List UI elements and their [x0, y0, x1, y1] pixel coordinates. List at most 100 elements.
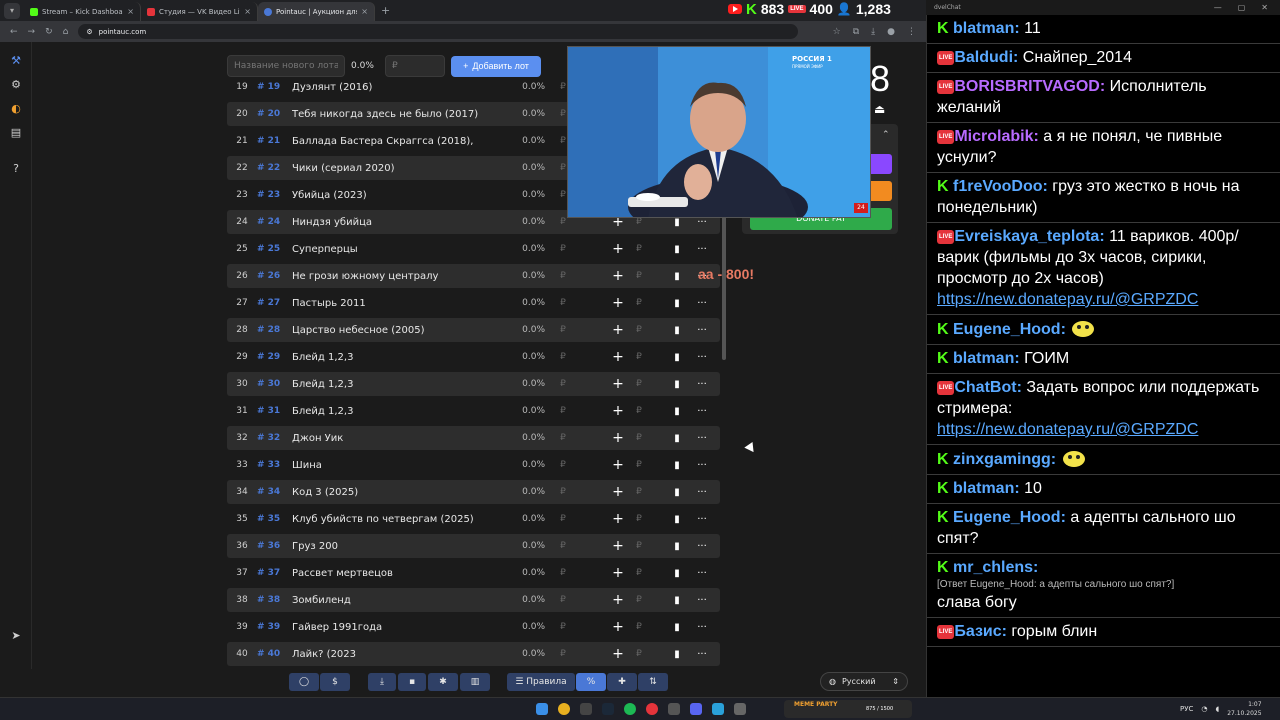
add-amount-icon[interactable]: +: [607, 592, 629, 608]
lot-amount-currency[interactable]: ₽: [553, 460, 573, 470]
more-options-icon[interactable]: ···: [691, 541, 713, 552]
add-amount-icon[interactable]: +: [607, 511, 629, 527]
add-amount-icon[interactable]: +: [607, 430, 629, 446]
more-options-icon[interactable]: ···: [691, 325, 713, 336]
lot-amount-currency[interactable]: ₽: [553, 325, 573, 335]
settings-gear-icon[interactable]: ⚙: [9, 78, 23, 92]
add-amount-icon[interactable]: +: [607, 268, 629, 284]
lot-name[interactable]: Груз 200: [292, 541, 510, 552]
add-amount-icon[interactable]: +: [607, 619, 629, 635]
more-options-icon[interactable]: ···: [691, 298, 713, 309]
add-lot-button[interactable]: + Добавить лот: [451, 55, 541, 77]
lot-extra-amount[interactable]: ₽: [629, 217, 649, 227]
minimize-icon[interactable]: —: [1214, 3, 1222, 12]
telegram-app-icon[interactable]: [712, 703, 724, 715]
delete-lot-icon[interactable]: ▮: [669, 460, 685, 471]
lot-name[interactable]: Джон Уик: [292, 433, 510, 444]
chat-username[interactable]: Evreiskaya_teplota: [954, 228, 1099, 245]
delete-lot-icon[interactable]: ▮: [669, 595, 685, 606]
lot-extra-amount[interactable]: ₽: [629, 487, 649, 497]
add-amount-icon[interactable]: +: [607, 241, 629, 257]
sort-icon[interactable]: ⇅: [638, 673, 668, 691]
chat-username[interactable]: f1reVooDoo: [953, 178, 1042, 195]
chrome-icon[interactable]: [558, 703, 570, 715]
new-lot-name-input[interactable]: [227, 55, 345, 77]
add-amount-icon[interactable]: +: [607, 376, 629, 392]
delete-lot-icon[interactable]: ▮: [669, 325, 685, 336]
new-lot-amount-input[interactable]: [385, 55, 445, 77]
add-amount-icon[interactable]: +: [607, 538, 629, 554]
delete-lot-icon[interactable]: ▮: [669, 244, 685, 255]
rules-button[interactable]: ☰ Правила: [507, 673, 575, 691]
delete-lot-icon[interactable]: ▮: [669, 568, 685, 579]
lot-name[interactable]: Тебя никогда здесь не было (2017): [292, 109, 510, 120]
close-icon[interactable]: ×: [361, 7, 368, 16]
more-options-icon[interactable]: ···: [691, 487, 713, 498]
lot-amount-currency[interactable]: ₽: [553, 352, 573, 362]
lot-extra-amount[interactable]: ₽: [629, 514, 649, 524]
site-info-icon[interactable]: ⚙: [86, 28, 92, 36]
percent-button[interactable]: %: [576, 673, 606, 691]
delete-lot-icon[interactable]: ▮: [669, 433, 685, 444]
twitch-points-button[interactable]: [868, 154, 892, 174]
chat-username[interactable]: Eugene_Hood: [953, 509, 1061, 526]
more-options-icon[interactable]: ···: [691, 379, 713, 390]
telegram-icon[interactable]: ➤: [9, 629, 23, 643]
clock[interactable]: 1:07 27.10.2025: [1227, 700, 1261, 718]
lot-name[interactable]: Не грози южному централу: [292, 271, 510, 282]
delete-lot-icon[interactable]: ▮: [669, 298, 685, 309]
lot-extra-amount[interactable]: ₽: [629, 325, 649, 335]
lot-amount-currency[interactable]: ₽: [553, 487, 573, 497]
more-options-icon[interactable]: ···: [691, 244, 713, 255]
chat-username[interactable]: blatman: [953, 350, 1014, 367]
home-icon[interactable]: ⌂: [63, 27, 69, 37]
more-options-icon[interactable]: ···: [691, 622, 713, 633]
tab-kick-dashboard[interactable]: Stream – Kick Dashboard ×: [24, 2, 141, 21]
more-options-icon[interactable]: ···: [691, 433, 713, 444]
lot-name[interactable]: Царство небесное (2005): [292, 325, 510, 336]
lot-amount-currency[interactable]: ₽: [553, 649, 573, 659]
app-icon[interactable]: [668, 703, 680, 715]
more-options-icon[interactable]: ···: [691, 352, 713, 363]
steam-icon[interactable]: [602, 703, 614, 715]
more-options-icon[interactable]: ···: [691, 649, 713, 660]
lot-name[interactable]: Суперперцы: [292, 244, 510, 255]
forward-icon[interactable]: →: [28, 27, 36, 37]
auction-hammer-icon[interactable]: ⚒: [9, 54, 23, 68]
donation-alerts-button[interactable]: [868, 181, 892, 201]
add-amount-icon[interactable]: +: [607, 322, 629, 338]
lot-amount-currency[interactable]: ₽: [553, 514, 573, 524]
add-amount-icon[interactable]: +: [607, 349, 629, 365]
chat-username[interactable]: Eugene_Hood: [953, 321, 1061, 338]
profile-icon[interactable]: ●: [887, 27, 895, 37]
language-select[interactable]: ◍ Русский ⇕: [820, 672, 908, 691]
lot-amount-currency[interactable]: ₽: [553, 271, 573, 281]
lot-extra-amount[interactable]: ₽: [629, 244, 649, 254]
delete-lot-icon[interactable]: ▮: [669, 352, 685, 363]
bug-icon[interactable]: ✱: [428, 673, 458, 691]
add-amount-icon[interactable]: +: [607, 565, 629, 581]
lot-name[interactable]: Код 3 (2025): [292, 487, 510, 498]
explorer-icon[interactable]: [580, 703, 592, 715]
lot-name[interactable]: Блейд 1,2,3: [292, 379, 510, 390]
github-icon[interactable]: ◯: [289, 673, 319, 691]
lot-amount-currency[interactable]: ₽: [553, 406, 573, 416]
add-amount-icon[interactable]: +: [607, 403, 629, 419]
balance-icon[interactable]: ✚: [607, 673, 637, 691]
more-options-icon[interactable]: ···: [691, 514, 713, 525]
add-amount-icon[interactable]: +: [607, 457, 629, 473]
help-icon[interactable]: ?: [9, 162, 23, 176]
lot-name[interactable]: Дуэлянт (2016): [292, 82, 510, 93]
lot-extra-amount[interactable]: ₽: [629, 541, 649, 551]
close-icon[interactable]: ×: [244, 7, 251, 16]
lot-amount-currency[interactable]: ₽: [553, 595, 573, 605]
wheel-icon[interactable]: ◐: [9, 102, 23, 116]
lot-extra-amount[interactable]: ₽: [629, 622, 649, 632]
delete-lot-icon[interactable]: ▮: [669, 514, 685, 525]
lot-extra-amount[interactable]: ₽: [629, 379, 649, 389]
collapse-icon[interactable]: ⏏: [874, 102, 885, 116]
lot-extra-amount[interactable]: ₽: [629, 298, 649, 308]
delete-lot-icon[interactable]: ▮: [669, 487, 685, 498]
volume-icon[interactable]: ◖: [1215, 705, 1219, 713]
lot-extra-amount[interactable]: ₽: [629, 271, 649, 281]
